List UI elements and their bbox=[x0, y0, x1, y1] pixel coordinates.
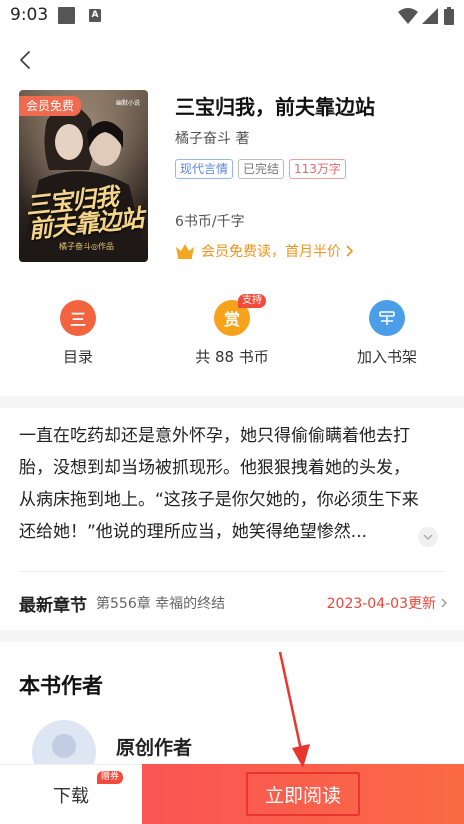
shelf-label: 加入书架 bbox=[356, 348, 417, 366]
status-icons bbox=[398, 6, 454, 26]
battery-icon bbox=[444, 7, 454, 25]
latest-chapter-label: 最新章节 bbox=[19, 596, 87, 616]
add-to-shelf-button[interactable]: 加入书架 bbox=[327, 300, 447, 367]
latest-chapter-title[interactable]: 第556章 幸福的终结 bbox=[96, 593, 225, 613]
book-title: 三宝归我，前夫靠边站 bbox=[175, 95, 375, 119]
back-chevron-left-icon[interactable] bbox=[14, 48, 38, 72]
member-free-badge: 会员免费 bbox=[19, 96, 82, 116]
bookshelf-icon bbox=[369, 300, 405, 336]
tag-genre[interactable]: 现代言情 bbox=[175, 159, 234, 179]
reward-button[interactable]: 赏 支持 共 88 书币 bbox=[172, 294, 292, 367]
cover-subtitle: 橘子奋斗◎作品 bbox=[59, 242, 114, 251]
toc-icon-glyph: 三 bbox=[69, 310, 86, 329]
reward-icon-glyph: 赏 bbox=[223, 310, 240, 329]
action-row: 三 目录 赏 支持 共 88 书币 加入书架 bbox=[0, 294, 464, 370]
latest-chapter-date[interactable]: 2023-04-03更新 bbox=[327, 593, 448, 613]
latest-date-text: 2023-04-03更新 bbox=[326, 596, 436, 612]
expand-chevron-down-icon[interactable] bbox=[418, 527, 438, 547]
chevron-right-icon bbox=[346, 245, 354, 257]
cover-title: 三宝归我 前夫靠边站 bbox=[24, 181, 145, 244]
author-section-heading: 本书作者 bbox=[19, 674, 103, 698]
cover-brand: 幽默小说 bbox=[115, 100, 140, 107]
vip-offer-link[interactable]: 会员免费读，首月半价 bbox=[175, 241, 355, 261]
book-tags: 现代言情 已完结 113万字 bbox=[175, 159, 346, 179]
chevron-right-icon bbox=[441, 598, 447, 608]
notification-letter-icon: A bbox=[89, 9, 101, 22]
list-icon: 三 bbox=[60, 300, 96, 336]
coupon-badge: 赠券 bbox=[97, 771, 124, 784]
signal-icon bbox=[422, 8, 438, 24]
book-description[interactable]: 一直在吃药却还是意外怀孕，她只得偷偷瞒着他去打胎，没想到却当场被抓现形。他狠狠拽… bbox=[19, 420, 419, 548]
status-time: 9:03 bbox=[10, 5, 49, 25]
support-badge: 支持 bbox=[238, 294, 266, 308]
tag-word-count: 113万字 bbox=[289, 159, 346, 179]
highlight-box bbox=[246, 772, 360, 816]
vip-offer-text: 会员免费读，首月半价 bbox=[201, 244, 341, 260]
author-name[interactable]: 原创作者 bbox=[116, 733, 192, 760]
divider bbox=[19, 571, 445, 572]
wifi-icon bbox=[398, 8, 418, 24]
reward-icon: 赏 支持 bbox=[214, 294, 266, 336]
download-label: 下载 bbox=[53, 785, 89, 807]
crown-icon bbox=[176, 244, 194, 259]
book-author[interactable]: 橘子奋斗 著 bbox=[175, 128, 249, 148]
toc-button[interactable]: 三 目录 bbox=[18, 300, 138, 367]
status-bar: 9:03 A bbox=[0, 0, 464, 32]
shelf-glyph-icon bbox=[379, 311, 395, 325]
bottom-bar: 下载 赠券 立即阅读 bbox=[0, 764, 464, 824]
toc-label: 目录 bbox=[62, 348, 93, 366]
reward-label: 共 88 书币 bbox=[195, 348, 269, 366]
book-cover[interactable]: 会员免费 幽默小说 三宝归我 前夫靠边站 橘子奋斗◎作品 bbox=[19, 90, 148, 262]
notification-square-icon bbox=[58, 7, 75, 24]
book-price: 6书币/千字 bbox=[175, 214, 245, 230]
tag-status: 已完结 bbox=[238, 159, 285, 179]
